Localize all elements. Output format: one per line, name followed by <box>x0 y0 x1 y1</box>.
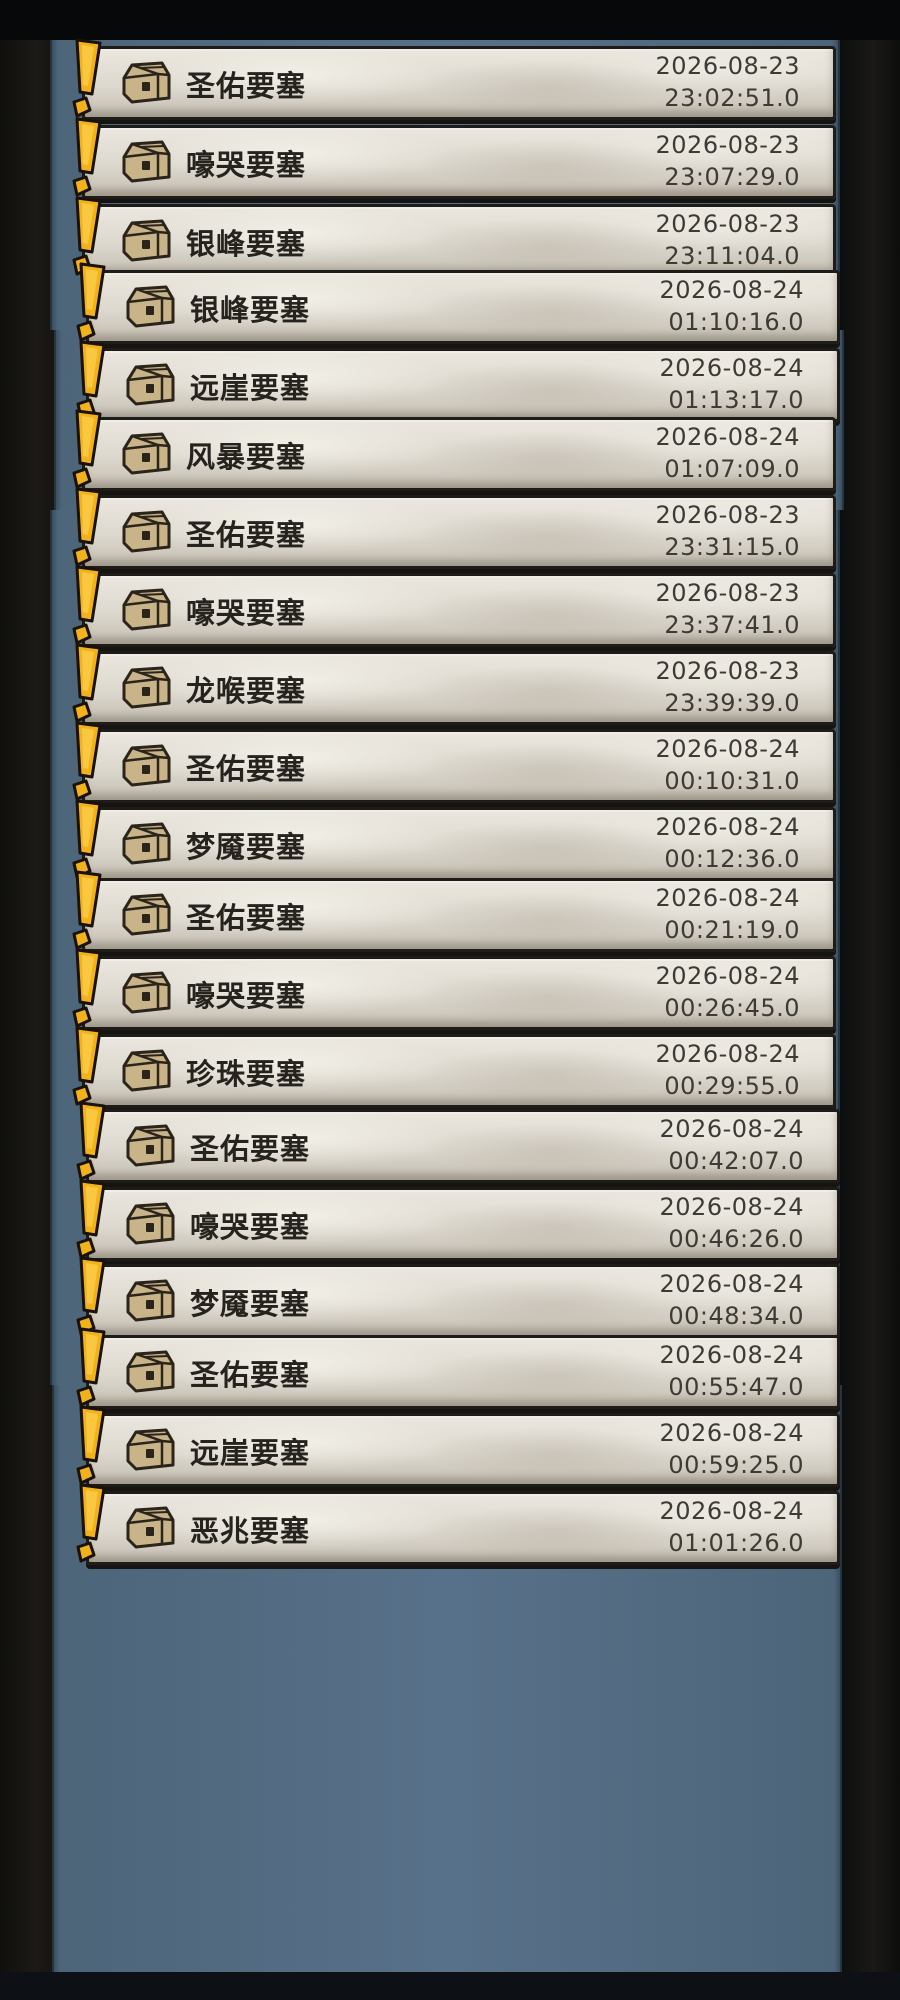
report-time: 00:26:45.0 <box>664 994 800 1022</box>
report-date: 2026-08-24 <box>655 1040 800 1068</box>
report-date: 2026-08-24 <box>659 1115 804 1143</box>
treasure-chest-icon <box>122 510 171 553</box>
fortress-name: 珍珠要塞 <box>186 1057 307 1091</box>
report-time: 23:07:29.0 <box>664 163 800 191</box>
treasure-chest-icon <box>122 219 171 262</box>
report-date: 2026-08-24 <box>659 1193 804 1221</box>
fortress-name: 恶兆要塞 <box>190 1514 311 1548</box>
exclamation-icon <box>76 1101 106 1181</box>
fortress-name: 嚎哭要塞 <box>186 148 307 182</box>
fortress-name: 银峰要塞 <box>190 293 311 327</box>
treasure-chest-icon <box>126 1428 175 1471</box>
treasure-chest-icon <box>126 1350 175 1393</box>
report-date: 2026-08-24 <box>659 1341 804 1369</box>
treasure-chest-icon <box>122 61 171 104</box>
report-time: 00:42:07.0 <box>668 1147 804 1175</box>
report-date: 2026-08-23 <box>655 579 800 607</box>
report-date: 2026-08-23 <box>655 501 800 529</box>
exclamation-icon <box>72 948 102 1028</box>
report-date: 2026-08-24 <box>659 1497 804 1525</box>
exclamation-icon <box>72 487 102 567</box>
report-time: 00:10:31.0 <box>664 767 800 795</box>
exclamation-icon <box>76 1483 106 1563</box>
fortress-name: 梦魇要塞 <box>190 1287 311 1321</box>
report-date: 2026-08-24 <box>655 884 800 912</box>
report-time: 00:21:19.0 <box>664 916 800 944</box>
fortress-name: 圣佑要塞 <box>190 1132 311 1166</box>
fortress-report-list: 圣佑要塞 2026-08-23 23:02:51.0 嚎哭要塞 2026-08-… <box>0 0 900 2000</box>
report-date: 2026-08-24 <box>659 276 804 304</box>
fortress-name: 远崖要塞 <box>190 371 311 405</box>
report-time: 23:39:39.0 <box>664 689 800 717</box>
report-time: 23:31:15.0 <box>664 533 800 561</box>
report-date: 2026-08-24 <box>659 1419 804 1447</box>
report-date: 2026-08-23 <box>655 52 800 80</box>
report-list-screen: 圣佑要塞 2026-08-23 23:02:51.0 嚎哭要塞 2026-08-… <box>0 0 900 2000</box>
report-time: 01:07:09.0 <box>664 455 800 483</box>
exclamation-icon <box>72 565 102 645</box>
report-time: 23:37:41.0 <box>664 611 800 639</box>
report-time: 23:02:51.0 <box>664 84 800 112</box>
fortress-name: 嚎哭要塞 <box>190 1210 311 1244</box>
fortress-name: 圣佑要塞 <box>186 752 307 786</box>
report-date: 2026-08-24 <box>659 1270 804 1298</box>
report-date: 2026-08-23 <box>655 131 800 159</box>
exclamation-icon <box>76 1327 106 1407</box>
treasure-chest-icon <box>122 1049 171 1092</box>
bottom-bar <box>0 1972 900 2000</box>
exclamation-icon <box>72 643 102 723</box>
treasure-chest-icon <box>126 1124 175 1167</box>
fortress-name: 圣佑要塞 <box>186 518 307 552</box>
treasure-chest-icon <box>126 1506 175 1549</box>
treasure-chest-icon <box>122 893 171 936</box>
fortress-name: 圣佑要塞 <box>186 69 307 103</box>
report-date: 2026-08-24 <box>659 354 804 382</box>
fortress-name: 嚎哭要塞 <box>186 596 307 630</box>
treasure-chest-icon <box>122 822 171 865</box>
treasure-chest-icon <box>122 971 171 1014</box>
treasure-chest-icon <box>126 363 175 406</box>
report-time: 01:10:16.0 <box>668 308 804 336</box>
report-date: 2026-08-24 <box>655 423 800 451</box>
report-time: 00:59:25.0 <box>668 1451 804 1479</box>
report-date: 2026-08-24 <box>655 813 800 841</box>
fortress-name: 嚎哭要塞 <box>186 979 307 1013</box>
report-date: 2026-08-23 <box>655 210 800 238</box>
exclamation-icon <box>72 721 102 801</box>
fortress-report-row-20[interactable]: 恶兆要塞 2026-08-24 01:01:26.0 <box>54 1479 844 1577</box>
exclamation-icon <box>72 870 102 950</box>
report-time: 00:46:26.0 <box>668 1225 804 1253</box>
report-date: 2026-08-24 <box>655 962 800 990</box>
treasure-chest-icon <box>122 666 171 709</box>
treasure-chest-icon <box>122 432 171 475</box>
treasure-chest-icon <box>122 744 171 787</box>
fortress-name: 圣佑要塞 <box>186 901 307 935</box>
fortress-name: 圣佑要塞 <box>190 1358 311 1392</box>
exclamation-icon <box>76 262 106 342</box>
treasure-chest-icon <box>122 140 171 183</box>
report-time: 01:01:26.0 <box>668 1529 804 1557</box>
exclamation-icon <box>72 409 102 489</box>
exclamation-icon <box>72 38 102 118</box>
report-date: 2026-08-23 <box>655 657 800 685</box>
report-time: 00:55:47.0 <box>668 1373 804 1401</box>
report-date: 2026-08-24 <box>655 735 800 763</box>
treasure-chest-icon <box>126 285 175 328</box>
fortress-name: 龙喉要塞 <box>186 674 307 708</box>
exclamation-icon <box>72 117 102 197</box>
fortress-name: 风暴要塞 <box>186 440 307 474</box>
fortress-name: 梦魇要塞 <box>186 830 307 864</box>
treasure-chest-icon <box>126 1279 175 1322</box>
report-time: 00:29:55.0 <box>664 1072 800 1100</box>
fortress-name: 远崖要塞 <box>190 1436 311 1470</box>
treasure-chest-icon <box>122 588 171 631</box>
treasure-chest-icon <box>126 1202 175 1245</box>
exclamation-icon <box>76 1405 106 1485</box>
fortress-name: 银峰要塞 <box>186 227 307 261</box>
